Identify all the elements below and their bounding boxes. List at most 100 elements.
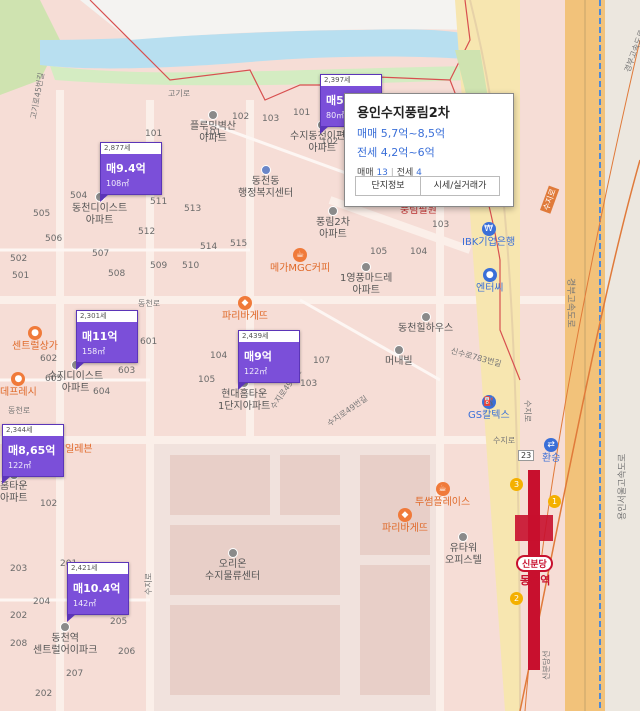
- road-label: 신분당선: [542, 650, 551, 680]
- place-label[interactable]: 플루밍벽산 아파트: [190, 110, 236, 145]
- poi[interactable]: ☕ 투썸플레이스: [415, 482, 470, 509]
- place-label[interactable]: 풍림2차 아파트: [316, 206, 350, 241]
- place-name: 플루밍벽산 아파트: [190, 121, 236, 144]
- marker-pointer: [67, 614, 76, 622]
- store-icon: ●: [11, 372, 26, 386]
- poi-name: 데프레시: [0, 387, 37, 398]
- household-count: 2,301세: [77, 311, 137, 322]
- place-name: 머내빌: [385, 356, 413, 367]
- place-name: 풍림2차 아파트: [316, 217, 350, 240]
- place-label[interactable]: 유타워 오피스텔: [445, 532, 482, 567]
- road-label: 수지로: [493, 436, 516, 445]
- road-label: 경부고속도로: [565, 278, 575, 328]
- place-name: 유타워 오피스텔: [445, 543, 482, 566]
- poi-name: 센트럴상가: [12, 341, 58, 352]
- poi[interactable]: ◆ 파리바게뜨: [382, 508, 428, 535]
- household-count: 2,439세: [239, 331, 299, 342]
- building-number: 207: [66, 669, 84, 679]
- building-number: 506: [45, 234, 63, 244]
- price-marker[interactable]: 2,877세 매9.4억 108㎡: [100, 142, 162, 202]
- coffee-icon: ☕: [435, 482, 450, 496]
- household-count: 2,344세: [3, 425, 63, 436]
- building-number: 502: [10, 254, 28, 264]
- building-number: 507: [92, 249, 110, 259]
- poi[interactable]: ● 데프레시: [0, 372, 37, 399]
- building-number: 203: [10, 564, 28, 574]
- poi[interactable]: ● 센트럴상가: [12, 326, 58, 353]
- area-text: 122㎡: [8, 461, 32, 470]
- road-number-badge: 23: [518, 450, 535, 461]
- area-text: 122㎡: [244, 367, 268, 376]
- price-marker[interactable]: 2,301세 매11억 158㎡: [76, 310, 138, 370]
- building-number: 509: [150, 261, 168, 271]
- place-name: 1영풍마드레 아파트: [340, 273, 393, 296]
- building-number: 103: [262, 114, 280, 124]
- poi[interactable]: 일레븐: [65, 444, 93, 456]
- complex-info-popup[interactable]: 용인수지풍림2차 매매 5,7억~8,5억 전세 4,2억~6억 매매 13 |…: [344, 93, 514, 207]
- building-number: 510: [182, 261, 200, 271]
- household-count: 2,397세: [321, 75, 381, 86]
- price-marker[interactable]: 2,439세 매9억 122㎡: [238, 330, 300, 390]
- place-label[interactable]: 동천동 행정복지센터: [238, 165, 293, 200]
- price-marker[interactable]: 2,421세 매10.4억 142㎡: [67, 562, 129, 622]
- building-number: 105: [370, 247, 388, 257]
- shopping-icon: ●: [28, 326, 42, 340]
- place-label[interactable]: 머내빌: [385, 345, 413, 368]
- apartment-icon: [60, 622, 71, 632]
- poi-name: 엔터씨: [476, 283, 504, 294]
- gas-station-icon: ⛽: [481, 395, 496, 409]
- building-number: 512: [138, 227, 156, 237]
- place-label[interactable]: 동천힐하우스: [398, 312, 453, 335]
- poi[interactable]: ☕ 메가MGC커피: [270, 248, 330, 275]
- popup-sale-price: 매매 5,7억~8,5억: [357, 127, 446, 140]
- building-number: 515: [230, 239, 248, 249]
- marker-pointer: [238, 382, 247, 390]
- station-exit-badge[interactable]: 1: [548, 495, 561, 508]
- coffee-icon: ☕: [293, 248, 308, 262]
- building-number: 103: [432, 220, 450, 230]
- bank-icon: ₩: [481, 222, 496, 236]
- building-number: 202: [35, 689, 53, 699]
- building-icon: [227, 548, 238, 558]
- household-count: 2,877세: [101, 143, 161, 154]
- price-text: 매11억: [82, 330, 118, 343]
- poi[interactable]: ◆ 파리바게뜨: [222, 296, 268, 323]
- poi[interactable]: ⛽ GS칼텍스: [468, 395, 510, 422]
- road-label: 용인서울고속도로: [618, 453, 628, 520]
- station-name[interactable]: 동천역: [520, 572, 550, 588]
- place-label[interactable]: 동천역 센트럴어이파크: [33, 622, 97, 657]
- price-text: 매9.4억: [106, 162, 146, 175]
- marker-pointer: [76, 362, 85, 370]
- price-history-button[interactable]: 시세/실거래가: [421, 176, 500, 196]
- popup-jeonse-price: 전세 4,2억~6억: [357, 146, 435, 159]
- building-number: 205: [110, 617, 128, 627]
- building-number: 513: [184, 204, 202, 214]
- bakery-icon: ◆: [238, 296, 252, 310]
- popup-buttons: 단지정보 시세/실거래가: [355, 176, 500, 196]
- station-exit-badge[interactable]: 3: [510, 478, 523, 491]
- building-number: 206: [118, 647, 136, 657]
- subway-line-badge[interactable]: 신분당: [516, 555, 553, 572]
- building-number: 102: [40, 499, 58, 509]
- place-name: 오리온 수지물류센터: [205, 559, 261, 582]
- government-icon: [260, 165, 271, 175]
- building-number: 601: [140, 337, 158, 347]
- poi[interactable]: ₩ IBK기업은행: [462, 222, 515, 249]
- building-number: 603: [118, 366, 136, 376]
- apartment-icon: [327, 206, 338, 216]
- map-view[interactable]: 101 102 103 101 102 103 104 105 101 504 …: [0, 0, 640, 711]
- store-icon: ●: [482, 268, 497, 282]
- station-exit-badge[interactable]: 2: [510, 592, 523, 605]
- building-number: 208: [10, 639, 28, 649]
- transfer-icon: ⇄: [544, 438, 559, 452]
- road-label: 고기로: [168, 89, 191, 98]
- poi[interactable]: ● 엔터씨: [476, 268, 504, 295]
- place-label[interactable]: 오리온 수지물류센터: [205, 548, 260, 583]
- price-marker[interactable]: 2,344세 매8,65억 122㎡: [2, 424, 64, 484]
- building-number: 511: [150, 197, 168, 207]
- apartment-icon: [393, 345, 404, 355]
- complex-info-button[interactable]: 단지정보: [355, 176, 421, 196]
- area-text: 142㎡: [73, 599, 97, 608]
- poi[interactable]: ⇄ 환승: [542, 438, 560, 465]
- place-label[interactable]: 1영풍마드레 아파트: [340, 262, 392, 297]
